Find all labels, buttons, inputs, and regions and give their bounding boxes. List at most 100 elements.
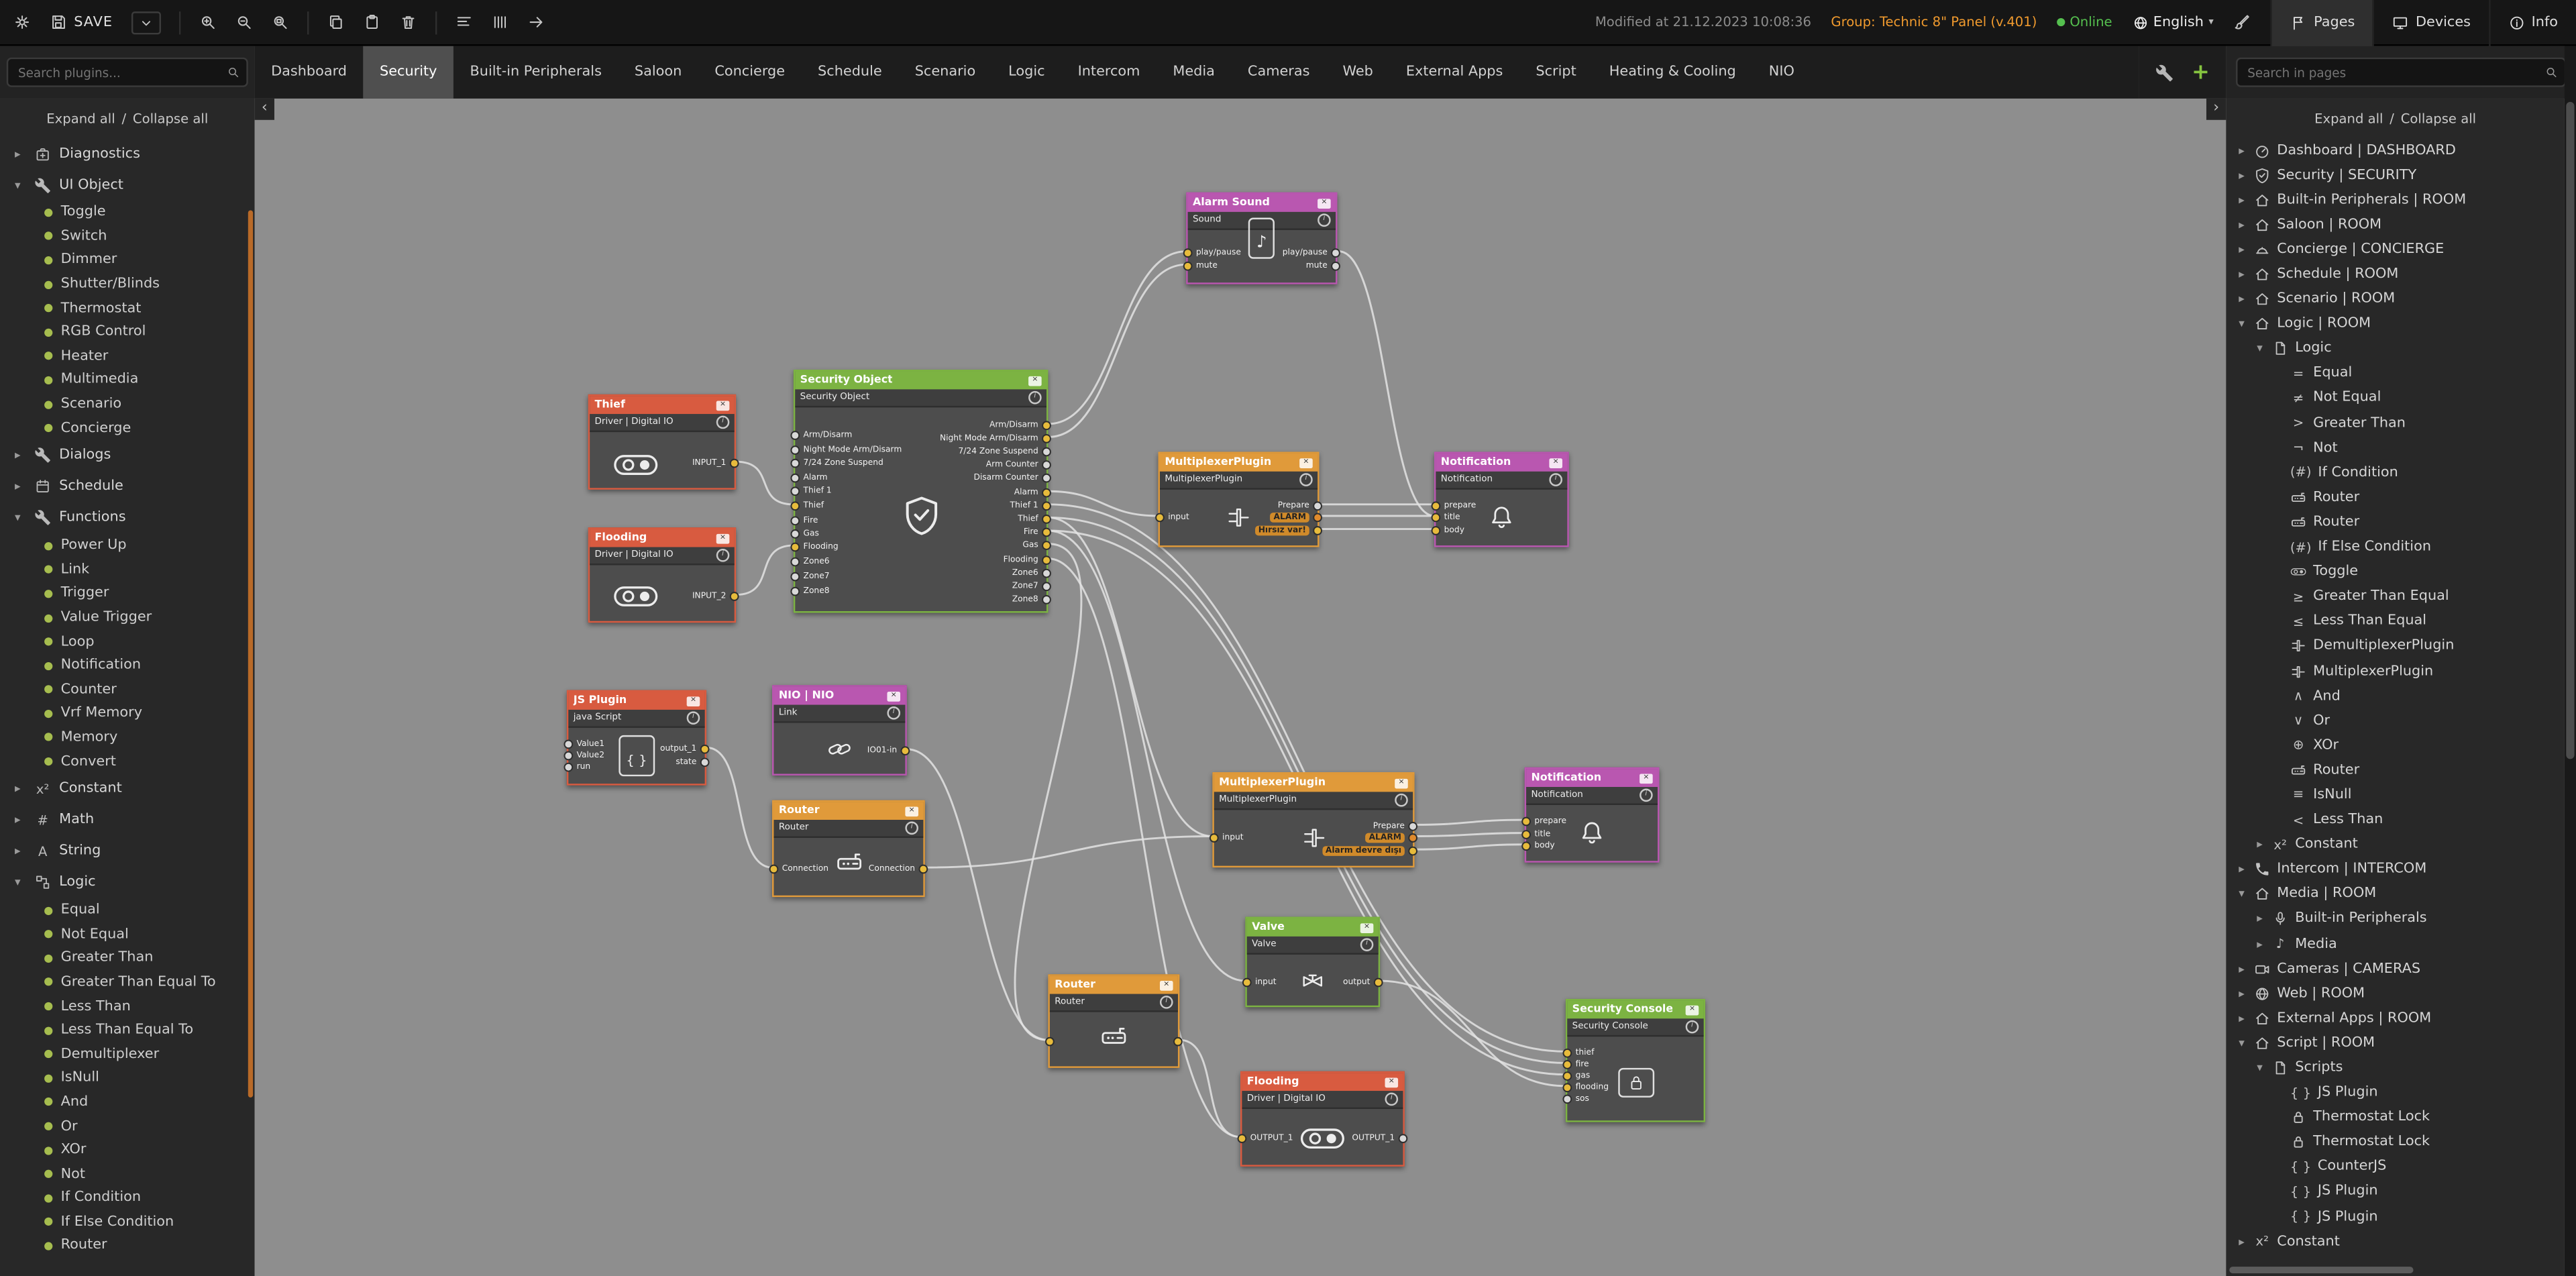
pages-item-js-plugin[interactable]: { }JS Plugin: [2226, 1204, 2564, 1229]
node-alarm-sound[interactable]: Alarm Sound×Soundi♪play/pausemuteplay/pa…: [1186, 193, 1337, 284]
port-dot[interactable]: [1043, 596, 1050, 603]
port-dot[interactable]: [1185, 263, 1191, 270]
port-dot[interactable]: [1043, 462, 1050, 468]
plugin-item-isnull[interactable]: IsNull: [0, 1066, 255, 1090]
port-dot[interactable]: [565, 764, 572, 771]
panel-tab-devices[interactable]: Devices: [2373, 0, 2489, 45]
tab-schedule[interactable]: Schedule: [802, 46, 899, 99]
tree-section-schedule[interactable]: ▸Schedule: [0, 472, 255, 503]
port-dot[interactable]: [792, 588, 798, 595]
pages-item-external-apps-room[interactable]: ▸External Apps | ROOM: [2226, 1006, 2564, 1030]
pages-item-thermostat-lock[interactable]: Thermostat Lock: [2226, 1130, 2564, 1155]
plugin-item-if-condition[interactable]: If Condition: [0, 1186, 255, 1210]
node-security-console[interactable]: Security Console×Security Consoleithieff…: [1566, 999, 1705, 1122]
port-dot[interactable]: [792, 517, 798, 524]
pages-item-multiplexerplugin[interactable]: MultiplexerPlugin: [2226, 659, 2564, 684]
window-scrollbar[interactable]: [2565, 46, 2576, 1276]
tab-scenario[interactable]: Scenario: [898, 46, 991, 99]
port-dot[interactable]: [1043, 490, 1050, 496]
node-multiplexer-2[interactable]: MultiplexerPlugin×MultiplexerPluginiinpu…: [1212, 772, 1414, 867]
delete-button[interactable]: [398, 13, 417, 32]
node-open-button[interactable]: ×: [1318, 198, 1331, 208]
port-dot[interactable]: [1564, 1061, 1570, 1068]
pages-item-or[interactable]: ∨Or: [2226, 708, 2564, 733]
forward-button[interactable]: [527, 13, 545, 32]
port-dot[interactable]: [1332, 263, 1339, 270]
info-icon[interactable]: i: [687, 711, 700, 725]
paste-button[interactable]: [362, 13, 380, 32]
port-dot[interactable]: [920, 866, 926, 873]
pages-item-not[interactable]: ¬Not: [2226, 435, 2564, 460]
plugin-item-notification[interactable]: Notification: [0, 653, 255, 678]
pages-item-js-plugin[interactable]: { }JS Plugin: [2226, 1179, 2564, 1204]
node-nio-link[interactable]: NIO | NIO×LinkiIO01-in: [772, 685, 907, 776]
port-dot[interactable]: [1175, 1039, 1181, 1045]
plugin-item-greater-than[interactable]: Greater Than: [0, 947, 255, 971]
port-dot[interactable]: [771, 866, 777, 873]
pages-item-router[interactable]: Router: [2226, 510, 2564, 535]
port-dot[interactable]: [1523, 831, 1529, 838]
port-dot[interactable]: [565, 753, 572, 759]
pages-item-dashboard-dashboard[interactable]: ▸Dashboard | DASHBOARD: [2226, 138, 2564, 163]
tree-section-logic[interactable]: ▾Logic: [0, 867, 255, 899]
scroll-right-button[interactable]: ›: [2206, 99, 2226, 120]
plugin-item-scenario[interactable]: Scenario: [0, 392, 255, 417]
align-button[interactable]: [454, 13, 472, 32]
pages-item-demultiplexerplugin[interactable]: DemultiplexerPlugin: [2226, 634, 2564, 659]
port-dot[interactable]: [1375, 979, 1382, 986]
node-open-button[interactable]: ×: [1395, 778, 1408, 788]
port-dot[interactable]: [1433, 502, 1440, 509]
pages-item-logic[interactable]: ▾Logic: [2226, 336, 2564, 361]
plugin-item-not-equal[interactable]: Not Equal: [0, 922, 255, 947]
plugin-item-multimedia[interactable]: Multimedia: [0, 368, 255, 392]
pages-item-thermostat-lock[interactable]: Thermostat Lock: [2226, 1105, 2564, 1130]
theme-brush-button[interactable]: [2233, 13, 2251, 32]
port-dot[interactable]: [1046, 1039, 1053, 1045]
node-open-button[interactable]: ×: [1549, 458, 1562, 468]
info-icon[interactable]: i: [1360, 938, 1374, 951]
plugin-item-rgb-control[interactable]: RGB Control: [0, 320, 255, 344]
plugin-item-memory[interactable]: Memory: [0, 726, 255, 750]
info-icon[interactable]: i: [1028, 391, 1042, 405]
node-open-button[interactable]: ×: [905, 806, 918, 816]
plugin-item-less-than-equal-to[interactable]: Less Than Equal To: [0, 1018, 255, 1043]
pages-item-isnull[interactable]: ≡IsNull: [2226, 783, 2564, 808]
tab-script[interactable]: Script: [1519, 46, 1593, 99]
plugin-item-equal[interactable]: Equal: [0, 898, 255, 922]
pages-item-router[interactable]: Router: [2226, 758, 2564, 783]
pages-item-equal[interactable]: =Equal: [2226, 361, 2564, 386]
info-icon[interactable]: i: [716, 549, 730, 562]
port-dot[interactable]: [792, 460, 798, 467]
info-icon[interactable]: i: [1549, 473, 1562, 486]
tab-web[interactable]: Web: [1326, 46, 1389, 99]
tab-heating-cooling[interactable]: Heating & Cooling: [1593, 46, 1752, 99]
pages-item-js-plugin[interactable]: { }JS Plugin: [2226, 1080, 2564, 1105]
node-flooding-bottom[interactable]: Flooding×Driver | Digital IOiOUTPUT_1OUT…: [1240, 1071, 1405, 1167]
copy-button[interactable]: [326, 13, 344, 32]
tree-section-string[interactable]: ▸AString: [0, 836, 255, 867]
plugin-item-switch[interactable]: Switch: [0, 225, 255, 249]
port-dot[interactable]: [1043, 542, 1050, 549]
port-dot[interactable]: [1043, 557, 1050, 564]
plugins-scrollbar[interactable]: [248, 210, 252, 1097]
tab-external-apps[interactable]: External Apps: [1389, 46, 1519, 99]
pages-item-router[interactable]: Router: [2226, 485, 2564, 510]
node-open-button[interactable]: ×: [1299, 458, 1313, 468]
tab-security[interactable]: Security: [364, 46, 453, 99]
plugin-item-concierge[interactable]: Concierge: [0, 416, 255, 440]
node-open-button[interactable]: ×: [1360, 922, 1374, 933]
pages-item-not-equal[interactable]: ≠Not Equal: [2226, 386, 2564, 411]
pages-item-if-else-condition[interactable]: (#)If Else Condition: [2226, 535, 2564, 560]
pages-item-constant[interactable]: ▸x²Constant: [2226, 1229, 2564, 1254]
tab-built-in-peripherals[interactable]: Built-in Peripherals: [453, 46, 618, 99]
zoom-fit-button[interactable]: [270, 13, 288, 32]
panel-tab-info[interactable]: Info: [2489, 0, 2576, 45]
port-dot[interactable]: [792, 531, 798, 537]
port-dot[interactable]: [1043, 570, 1050, 577]
group-label[interactable]: Group: Technic 8" Panel (v.401): [1831, 15, 2037, 30]
plugin-item-value-trigger[interactable]: Value Trigger: [0, 606, 255, 630]
pages-item-xor[interactable]: ⊕XOr: [2226, 733, 2564, 758]
pages-hscrollbar[interactable]: [2229, 1267, 2413, 1273]
node-open-button[interactable]: ×: [687, 696, 700, 706]
pages-item-greater-than-equal[interactable]: ≥Greater Than Equal: [2226, 584, 2564, 609]
